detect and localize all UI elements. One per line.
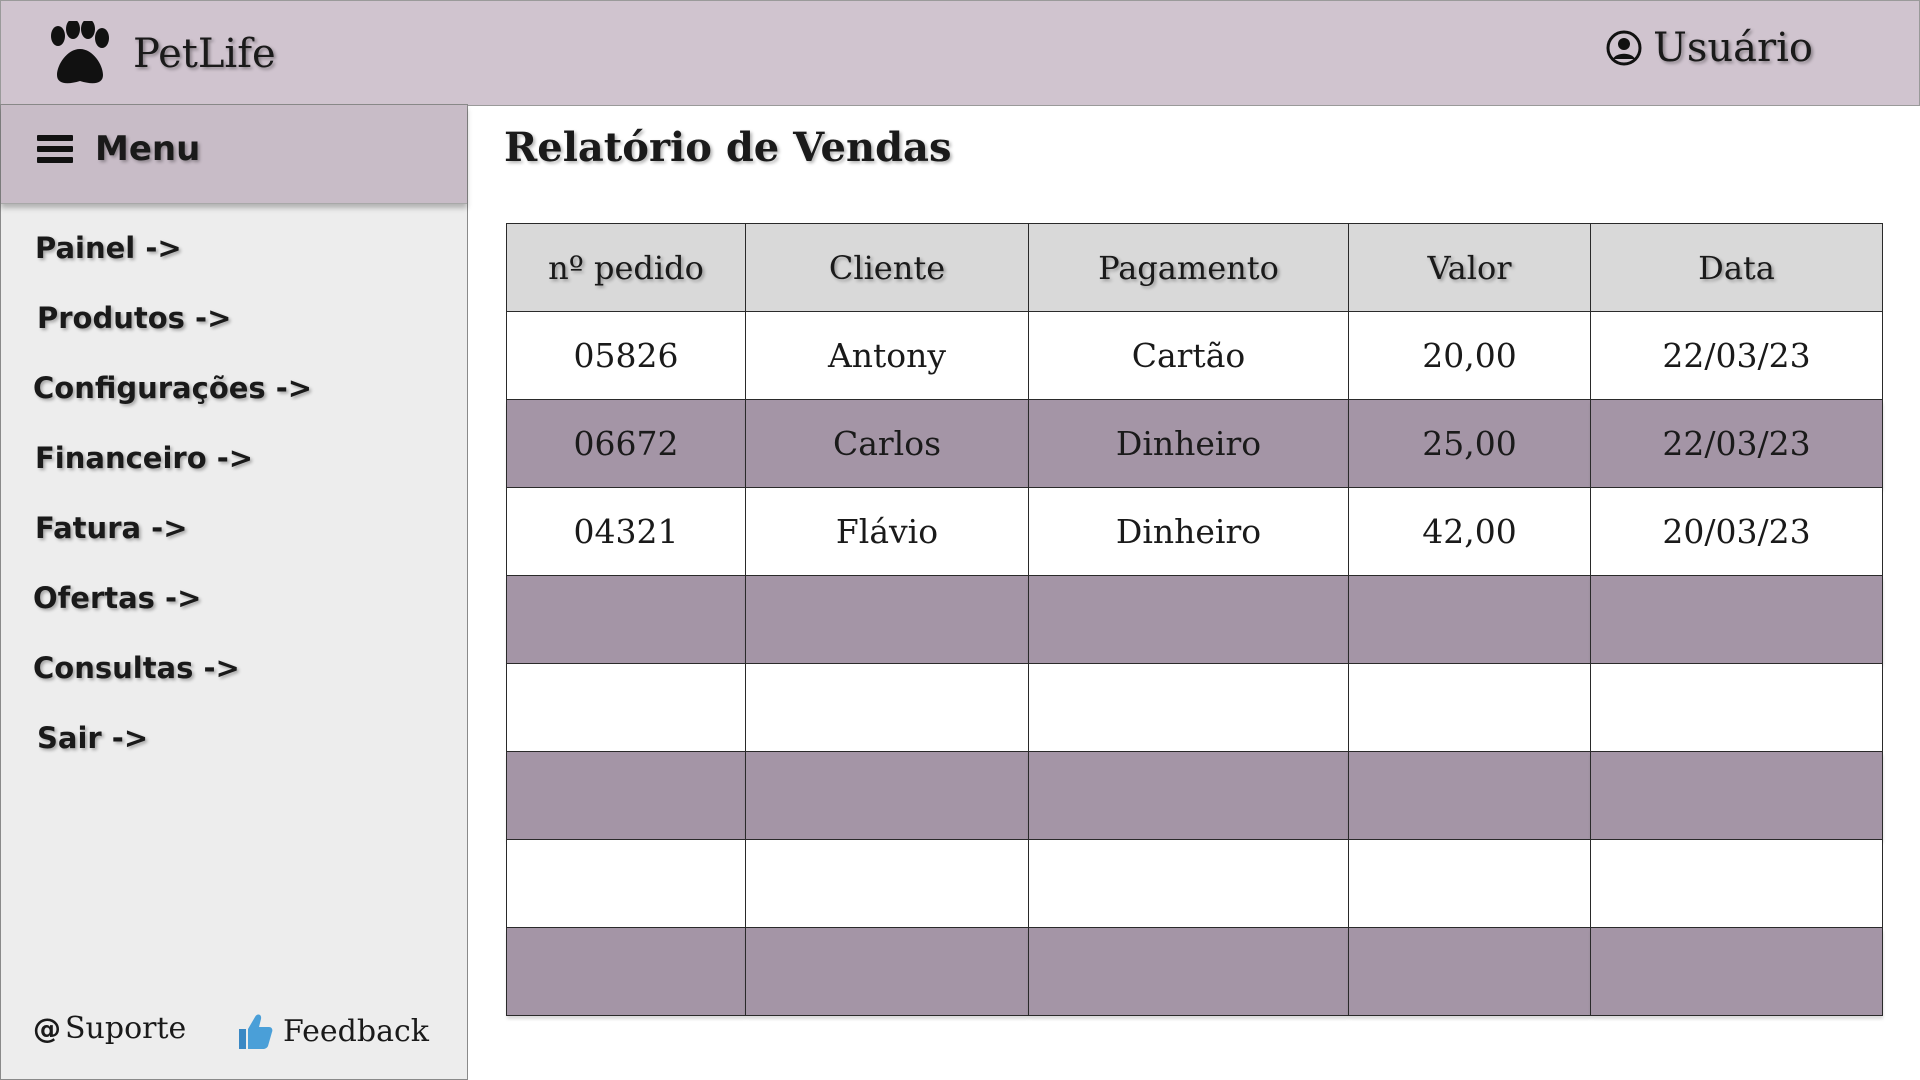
sidebar-item-configuracoes[interactable]: Configurações -> bbox=[33, 371, 312, 405]
sidebar-item-fatura[interactable]: Fatura -> bbox=[35, 511, 188, 545]
client-cell bbox=[745, 839, 1029, 928]
column-header-payment[interactable]: Pagamento bbox=[1028, 223, 1349, 312]
top-header: PetLife Usuário bbox=[0, 0, 1920, 106]
column-header-order-number[interactable]: nº pedido bbox=[506, 223, 746, 312]
date-cell: 22/03/23 bbox=[1590, 399, 1883, 488]
payment-cell bbox=[1028, 751, 1349, 840]
table-header-row: nº pedido Cliente Pagamento Valor Data bbox=[506, 223, 1883, 312]
sidebar-item-painel[interactable]: Painel -> bbox=[35, 231, 182, 265]
date-cell bbox=[1590, 663, 1883, 752]
client-cell bbox=[745, 663, 1029, 752]
payment-cell: Dinheiro bbox=[1028, 487, 1349, 576]
value-cell: 42,00 bbox=[1348, 487, 1591, 576]
payment-cell bbox=[1028, 663, 1349, 752]
client-cell bbox=[745, 575, 1029, 664]
sidebar-item-produtos[interactable]: Produtos -> bbox=[37, 301, 231, 335]
thumbs-up-icon bbox=[239, 1014, 273, 1049]
sidebar-footer: @ Suporte Feedback bbox=[1, 1011, 467, 1061]
value-cell: 25,00 bbox=[1348, 399, 1591, 488]
sidebar-item-sair[interactable]: Sair -> bbox=[37, 721, 148, 755]
column-header-client[interactable]: Cliente bbox=[745, 223, 1029, 312]
date-cell bbox=[1590, 575, 1883, 664]
value-cell bbox=[1348, 839, 1591, 928]
hamburger-icon bbox=[37, 135, 73, 163]
support-label: Suporte bbox=[65, 1011, 187, 1046]
payment-cell: Cartão bbox=[1028, 311, 1349, 400]
table-row[interactable] bbox=[506, 663, 1883, 752]
order-number-cell: 04321 bbox=[506, 487, 746, 576]
date-cell: 20/03/23 bbox=[1590, 487, 1883, 576]
column-header-date[interactable]: Data bbox=[1590, 223, 1883, 312]
feedback-label: Feedback bbox=[283, 1013, 429, 1049]
value-cell bbox=[1348, 663, 1591, 752]
payment-cell: Dinheiro bbox=[1028, 399, 1349, 488]
client-cell: Carlos bbox=[745, 399, 1029, 488]
client-cell: Antony bbox=[745, 311, 1029, 400]
value-cell bbox=[1348, 575, 1591, 664]
date-cell bbox=[1590, 839, 1883, 928]
at-icon: @ bbox=[33, 1012, 61, 1045]
table-row[interactable] bbox=[506, 839, 1883, 928]
user-menu[interactable]: Usuário bbox=[1605, 25, 1813, 71]
table-row[interactable]: 06672 Carlos Dinheiro 25,00 22/03/23 bbox=[506, 399, 1883, 488]
user-label: Usuário bbox=[1653, 25, 1813, 71]
order-number-cell: 06672 bbox=[506, 399, 746, 488]
sidebar-item-financeiro[interactable]: Financeiro -> bbox=[35, 441, 253, 475]
paw-icon bbox=[51, 21, 109, 84]
table-row[interactable] bbox=[506, 927, 1883, 1016]
table-row[interactable] bbox=[506, 575, 1883, 664]
payment-cell bbox=[1028, 927, 1349, 1016]
table-row[interactable] bbox=[506, 751, 1883, 840]
date-cell bbox=[1590, 927, 1883, 1016]
client-cell bbox=[745, 927, 1029, 1016]
order-number-cell bbox=[506, 663, 746, 752]
order-number-cell bbox=[506, 751, 746, 840]
menu-header[interactable]: Menu bbox=[1, 105, 467, 204]
menu-title: Menu bbox=[95, 129, 201, 169]
sidebar-item-consultas[interactable]: Consultas -> bbox=[33, 651, 240, 685]
page-title: Relatório de Vendas bbox=[504, 124, 952, 171]
brand[interactable]: PetLife bbox=[45, 21, 276, 87]
client-cell: Flávio bbox=[745, 487, 1029, 576]
support-link[interactable]: @ Suporte bbox=[33, 1011, 186, 1046]
order-number-cell bbox=[506, 927, 746, 1016]
order-number-cell bbox=[506, 575, 746, 664]
value-cell: 20,00 bbox=[1348, 311, 1591, 400]
value-cell bbox=[1348, 751, 1591, 840]
feedback-link[interactable]: Feedback bbox=[235, 1011, 429, 1051]
value-cell bbox=[1348, 927, 1591, 1016]
user-circle-icon bbox=[1606, 30, 1642, 66]
payment-cell bbox=[1028, 575, 1349, 664]
column-header-value[interactable]: Valor bbox=[1348, 223, 1591, 312]
sidebar: Menu Painel -> Produtos -> Configurações… bbox=[0, 104, 468, 1080]
table-row[interactable]: 05826 Antony Cartão 20,00 22/03/23 bbox=[506, 311, 1883, 400]
order-number-cell: 05826 bbox=[506, 311, 746, 400]
sidebar-item-ofertas[interactable]: Ofertas -> bbox=[33, 581, 201, 615]
date-cell bbox=[1590, 751, 1883, 840]
payment-cell bbox=[1028, 839, 1349, 928]
date-cell: 22/03/23 bbox=[1590, 311, 1883, 400]
table-row[interactable]: 04321 Flávio Dinheiro 42,00 20/03/23 bbox=[506, 487, 1883, 576]
order-number-cell bbox=[506, 839, 746, 928]
sales-report-table: nº pedido Cliente Pagamento Valor Data 0… bbox=[506, 223, 1883, 1016]
brand-name: PetLife bbox=[133, 31, 276, 77]
client-cell bbox=[745, 751, 1029, 840]
